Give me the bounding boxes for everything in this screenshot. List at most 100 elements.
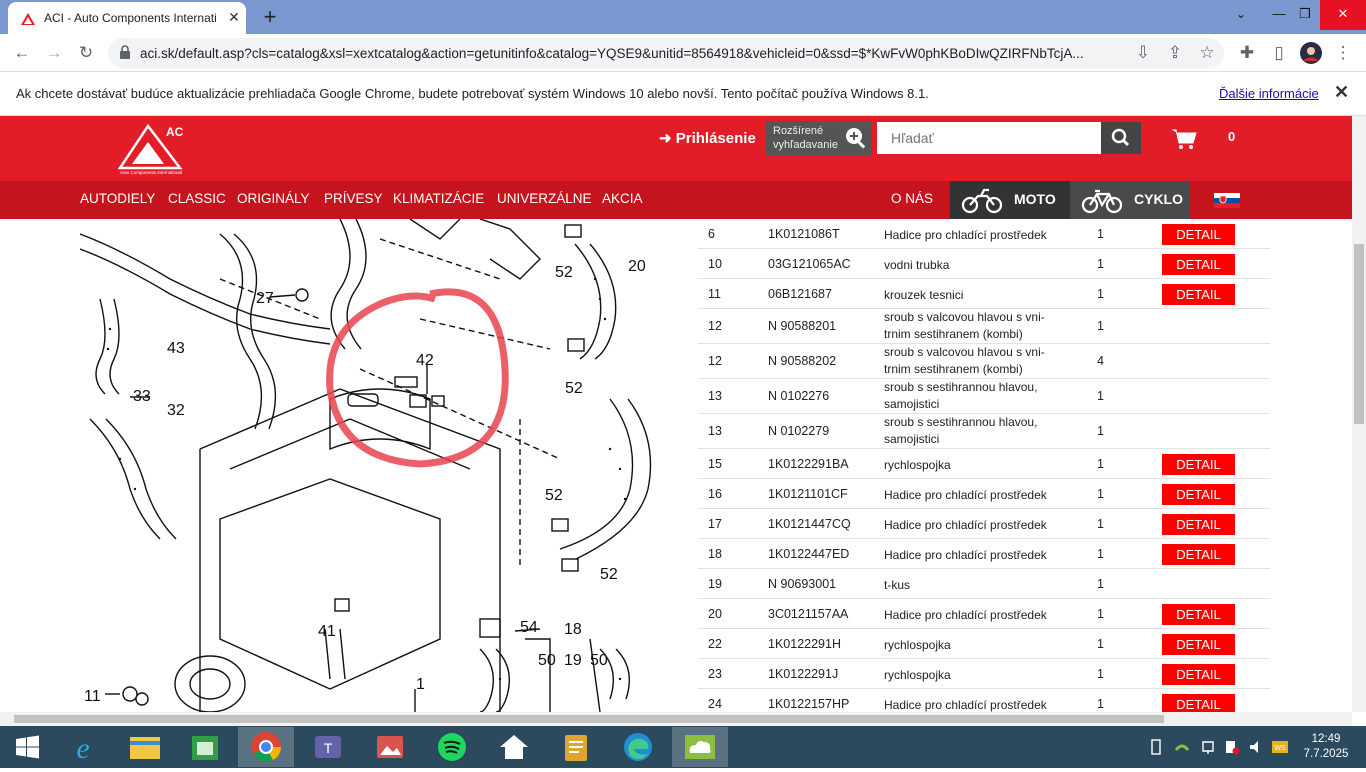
nav-item-privesy[interactable]: PRÍVESY xyxy=(324,191,383,206)
exploded-view-drawing: 42 52 20 27 43 33 32 52 52 52 41 54 18 5… xyxy=(80,219,652,712)
browser-tab[interactable]: ACI - Auto Components Internati ✕ xyxy=(8,2,246,34)
new-tab-icon[interactable]: + xyxy=(258,4,282,30)
part-name: Hadice pro chladící prostředek xyxy=(884,227,1064,244)
cart-icon[interactable] xyxy=(1171,128,1197,150)
part-name-line: Hadice pro chladící prostředek xyxy=(884,488,1047,502)
search-icon xyxy=(1111,128,1130,147)
search-button[interactable] xyxy=(1101,122,1141,154)
part-name-line: Hadice pro chladící prostředek xyxy=(884,698,1047,712)
nav-item-univerzalne[interactable]: UNIVERZÁLNE xyxy=(497,191,592,206)
install-icon[interactable]: ⇩ xyxy=(1130,40,1156,66)
table-row: 11 06B121687 krouzek tesnici 1 DETAIL xyxy=(698,279,1270,309)
callout-18: 18 xyxy=(564,621,582,638)
detail-button[interactable]: DETAIL xyxy=(1162,454,1235,475)
nav-item-autodiely[interactable]: AUTODIELY xyxy=(80,191,155,206)
vertical-scrollbar[interactable] xyxy=(1352,116,1366,712)
part-quantity: 1 xyxy=(1097,607,1104,621)
part-position: 20 xyxy=(708,607,722,621)
svg-text:T: T xyxy=(324,740,333,756)
nav-item-akcia[interactable]: AKCIA xyxy=(602,191,643,206)
table-row: 16 1K0121101CF Hadice pro chladící prostře… xyxy=(698,479,1270,509)
infobar-more-info-link[interactable]: Ďalšie informácie xyxy=(1219,86,1319,101)
address-bar[interactable]: aci.sk/default.asp?cls=catalog&xsl=xextc… xyxy=(108,38,1224,68)
part-name-line: Hadice pro chladící prostředek xyxy=(884,518,1047,532)
cyklo-button[interactable]: CYKLO xyxy=(1070,181,1190,219)
horizontal-scroll-thumb[interactable] xyxy=(14,715,1164,723)
back-icon[interactable]: ← xyxy=(9,40,35,66)
part-name-line: Hadice pro chladící prostředek xyxy=(884,228,1047,242)
table-row: 20 3C0121157AA Hadice pro chladící prostře… xyxy=(698,599,1270,629)
detail-button[interactable]: DETAIL xyxy=(1162,604,1235,625)
taskbar-edge[interactable] xyxy=(610,727,666,767)
ime-label: WS xyxy=(1274,745,1286,752)
part-name: sroub s sestihrannou hlavou, samojistici xyxy=(884,379,1064,413)
forward-icon[interactable]: → xyxy=(41,40,67,66)
tab-close-icon[interactable]: ✕ xyxy=(226,9,242,26)
part-name-line: vodni trubka xyxy=(884,258,950,272)
detail-button[interactable]: DETAIL xyxy=(1162,634,1235,655)
detail-button[interactable]: DETAIL xyxy=(1162,254,1235,275)
detail-button[interactable]: DETAIL xyxy=(1162,284,1235,305)
taskbar-internet-explorer[interactable]: e xyxy=(55,727,111,767)
taskbar-cloud-app[interactable] xyxy=(672,727,728,767)
reload-icon[interactable]: ↻ xyxy=(73,40,99,66)
bookmark-star-icon[interactable]: ☆ xyxy=(1194,40,1220,66)
home-icon xyxy=(500,735,528,759)
taskbar-teams[interactable]: T xyxy=(300,727,356,767)
detail-button[interactable]: DETAIL xyxy=(1162,514,1235,535)
detail-button[interactable]: DETAIL xyxy=(1162,664,1235,685)
start-button[interactable] xyxy=(0,727,56,767)
advanced-search-button[interactable]: Rozšírené vyhľadavanie xyxy=(766,121,872,155)
detail-button[interactable]: DETAIL xyxy=(1162,544,1235,565)
table-row: 17 1K0121447CQ Hadice pro chladící prostře… xyxy=(698,509,1270,539)
nav-item-classic[interactable]: CLASSIC xyxy=(168,191,226,206)
detail-button[interactable]: DETAIL xyxy=(1162,224,1235,245)
parts-diagram[interactable]: 42 52 20 27 43 33 32 52 52 52 41 54 18 5… xyxy=(80,219,652,712)
search-input[interactable] xyxy=(877,122,1101,154)
taskbar-store[interactable] xyxy=(177,727,233,767)
part-position: 12 xyxy=(708,319,722,333)
side-panel-icon[interactable]: ▯ xyxy=(1266,40,1292,66)
motorcycle-icon xyxy=(961,188,1003,214)
extensions-icon[interactable]: ✚ xyxy=(1234,40,1260,66)
callout-20: 20 xyxy=(628,258,646,275)
window-close-icon[interactable]: ✕ xyxy=(1320,0,1366,30)
vertical-scroll-thumb[interactable] xyxy=(1354,244,1364,424)
taskbar-photos[interactable] xyxy=(362,727,418,767)
part-name: Hadice pro chladící prostředek xyxy=(884,697,1064,712)
share-icon[interactable]: ⇪ xyxy=(1162,40,1188,66)
part-quantity: 1 xyxy=(1097,517,1104,531)
chrome-menu-icon[interactable]: ⋮ xyxy=(1330,40,1356,66)
part-name: sroub s valcovou hlavou s vni-trnim sest… xyxy=(884,309,1064,343)
part-quantity: 1 xyxy=(1097,667,1104,681)
nav-item-klimatizacie[interactable]: KLIMATIZÁCIE xyxy=(393,191,484,206)
infobar-close-icon[interactable]: ✕ xyxy=(1334,82,1349,103)
site-header: ACI Auto Components International ➜ Prih… xyxy=(0,116,1352,181)
nav-item-about[interactable]: O NÁS xyxy=(891,191,933,206)
taskbar-spotify[interactable] xyxy=(424,727,480,767)
moto-button[interactable]: MOTO xyxy=(950,181,1070,219)
part-name: Hadice pro chladící prostředek xyxy=(884,547,1064,564)
slovak-flag-icon[interactable] xyxy=(1214,193,1240,208)
taskbar-chrome[interactable] xyxy=(238,727,294,767)
login-link[interactable]: ➜ Prihlásenie xyxy=(659,129,756,147)
part-name-line: rychlospojka xyxy=(884,638,951,652)
nav-item-originaly[interactable]: ORIGINÁLY xyxy=(237,191,310,206)
taskbar-file-explorer[interactable] xyxy=(117,727,173,767)
horizontal-scrollbar[interactable] xyxy=(0,712,1352,726)
clock[interactable]: 12:49 7.7.2025 xyxy=(1296,732,1356,762)
chrome-icon xyxy=(251,732,281,762)
taskbar-notes[interactable] xyxy=(548,727,604,767)
aci-favicon-icon xyxy=(21,13,35,25)
bicycle-icon xyxy=(1081,189,1123,214)
aci-logo[interactable]: ACI Auto Components International xyxy=(117,122,187,178)
photos-icon xyxy=(377,736,403,758)
callout-27: 27 xyxy=(256,290,274,307)
taskbar-home[interactable] xyxy=(486,727,542,767)
part-name-line: krouzek tesnici xyxy=(884,288,964,302)
system-tray[interactable]: WS xyxy=(1150,738,1300,756)
detail-button[interactable]: DETAIL xyxy=(1162,694,1235,712)
part-name: rychlospojka xyxy=(884,457,1064,474)
detail-button[interactable]: DETAIL xyxy=(1162,484,1235,505)
profile-avatar[interactable] xyxy=(1298,40,1324,66)
